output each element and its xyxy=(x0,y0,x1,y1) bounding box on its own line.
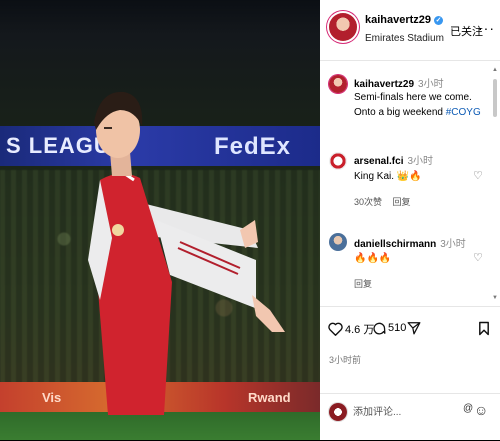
comment-time: 3小时 xyxy=(407,156,434,167)
comment-input[interactable] xyxy=(353,403,453,421)
save-button[interactable] xyxy=(478,321,490,336)
player-figure xyxy=(88,91,285,415)
comment-button[interactable]: 510 xyxy=(372,321,406,335)
mention-icon[interactable]: @ xyxy=(463,403,473,414)
add-comment-bar: @ ☺ xyxy=(320,393,500,441)
comment-likes[interactable]: 30次赞 xyxy=(354,197,382,207)
caption-time: 3小时 xyxy=(418,79,444,90)
commenter-avatar[interactable] xyxy=(329,152,347,170)
post-header: kaihavertz29 ✓ Emirates Stadium 已关注 ··· xyxy=(320,0,500,61)
author-username[interactable]: kaihavertz29 ✓ xyxy=(365,14,444,26)
commenter-avatar[interactable] xyxy=(329,233,347,251)
post-time: 3小时前 xyxy=(329,355,362,365)
comment-icon[interactable] xyxy=(372,321,386,335)
like-count: 4.6 万 xyxy=(345,324,375,336)
caption-username-text[interactable]: kaihavertz29 xyxy=(354,79,414,90)
comment-username-text[interactable]: daniellschirmann xyxy=(354,239,436,250)
comment-like-icon[interactable]: ♡ xyxy=(473,251,483,264)
post-location[interactable]: Emirates Stadium xyxy=(365,33,444,44)
comment-count: 510 xyxy=(388,322,407,334)
comment-like-icon[interactable]: ♡ xyxy=(473,169,483,182)
share-icon[interactable] xyxy=(407,321,421,335)
comment-meta: 30次赞 回复 xyxy=(354,195,411,208)
verified-icon: ✓ xyxy=(434,16,444,25)
comments-list[interactable]: kaihavertz29 3小时 Semi-finals here we come… xyxy=(320,61,500,306)
comment-time: 3小时 xyxy=(440,239,466,250)
current-user-avatar xyxy=(329,403,347,421)
reply-button[interactable]: 回复 xyxy=(393,197,411,207)
comment-text: 🔥🔥🔥 xyxy=(354,253,392,264)
post-actions: 4.6 万 510 3小时前 xyxy=(320,306,500,397)
comments-scrollbar[interactable]: ▲ ▼ xyxy=(492,67,498,301)
author-username-text[interactable]: kaihavertz29 xyxy=(365,14,431,26)
comment-meta: 回复 xyxy=(354,277,372,290)
more-options-icon[interactable]: ··· xyxy=(478,20,495,36)
scrollbar-thumb[interactable] xyxy=(493,79,497,117)
emoji-icon[interactable]: ☺ xyxy=(474,402,488,418)
caption-avatar[interactable] xyxy=(329,75,347,93)
heart-icon[interactable] xyxy=(328,322,343,336)
post-image[interactable]: S LEAGUE FedEx Vis Rwand xyxy=(0,0,320,440)
hashtag-link[interactable]: #COYG xyxy=(446,107,481,118)
reply-button[interactable]: 回复 xyxy=(354,279,372,289)
comment-text: King Kai. 👑🔥 xyxy=(354,171,422,182)
comment-username[interactable]: daniellschirmann 3小时 xyxy=(354,235,466,250)
caption-text: Semi-finals here we come. Onto a big wee… xyxy=(354,90,484,120)
adboard-left-text: Vis xyxy=(42,390,62,405)
post-sidebar: kaihavertz29 ✓ Emirates Stadium 已关注 ··· k… xyxy=(320,0,500,440)
comment-username[interactable]: arsenal.fci 3小时 xyxy=(354,152,433,167)
author-avatar[interactable] xyxy=(329,13,357,41)
caption-username[interactable]: kaihavertz29 3小时 xyxy=(354,75,444,90)
like-button[interactable]: 4.6 万 xyxy=(328,321,374,337)
scroll-up-icon[interactable]: ▲ xyxy=(492,67,498,73)
scroll-down-icon[interactable]: ▼ xyxy=(492,295,498,301)
share-button[interactable] xyxy=(407,321,421,335)
bookmark-icon[interactable] xyxy=(478,321,490,336)
comment-username-text[interactable]: arsenal.fci xyxy=(354,156,403,167)
